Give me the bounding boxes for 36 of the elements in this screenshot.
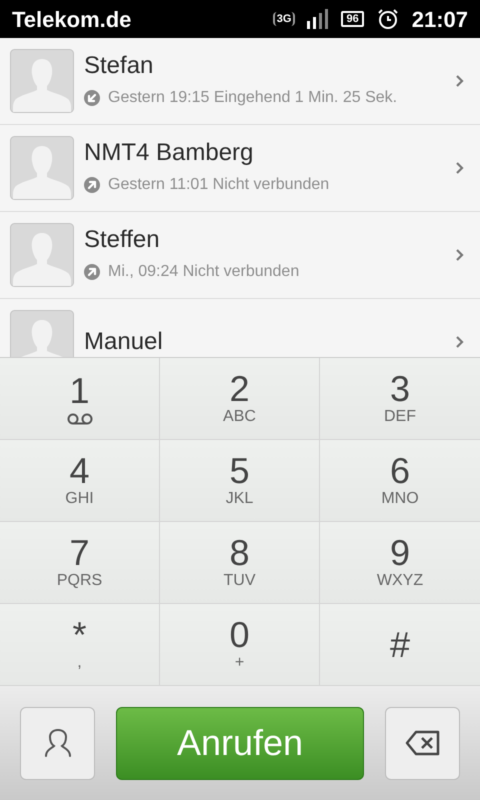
contacts-button[interactable]	[20, 706, 95, 780]
network-type: 3G	[272, 12, 296, 26]
contact-name: Stefan	[84, 52, 154, 80]
chevron-right-icon	[455, 335, 464, 349]
backspace-icon	[404, 730, 440, 756]
dial-key[interactable]: 8 TUV	[160, 522, 320, 604]
contact-name: Manuel	[84, 328, 164, 356]
voicemail-icon	[66, 412, 92, 424]
avatar-placeholder-icon	[10, 49, 74, 113]
dial-key[interactable]: * ,	[0, 604, 160, 686]
call-details: Gestern 11:01 Nicht verbunden	[108, 175, 330, 195]
dial-key[interactable]: 1	[0, 358, 160, 440]
contact-name: NMT4 Bamberg	[84, 139, 254, 167]
dial-key[interactable]: 3 DEF	[320, 358, 480, 440]
avatar-placeholder-icon	[10, 223, 74, 287]
alarm-clock-icon	[376, 7, 400, 31]
dial-key[interactable]: 5 JKL	[160, 440, 320, 522]
dial-key[interactable]: 7 PQRS	[0, 522, 160, 604]
chevron-right-icon	[455, 74, 464, 88]
dial-key[interactable]: 9 WXYZ	[320, 522, 480, 604]
carrier-name: Telekom.de	[12, 6, 132, 34]
dial-key[interactable]: 2 ABC	[160, 358, 320, 440]
battery-level: 96	[341, 11, 364, 27]
backspace-button[interactable]	[385, 706, 460, 780]
contact-name: Steffen	[84, 226, 161, 254]
chevron-right-icon	[455, 161, 464, 175]
dial-key[interactable]: 0 +	[160, 604, 320, 686]
dial-key[interactable]: #	[320, 604, 480, 686]
signal-icon	[307, 9, 330, 29]
dial-key[interactable]: 4 GHI	[0, 440, 160, 522]
chevron-right-icon	[455, 248, 464, 262]
dial-key[interactable]: 6 MNO	[320, 440, 480, 522]
avatar-placeholder-icon	[10, 136, 74, 200]
call-details: Mi., 09:24 Nicht verbunden	[108, 262, 300, 282]
clock-time: 21:07	[412, 6, 468, 34]
call-details: Gestern 19:15 Eingehend 1 Min. 25 Sek.	[108, 88, 398, 108]
